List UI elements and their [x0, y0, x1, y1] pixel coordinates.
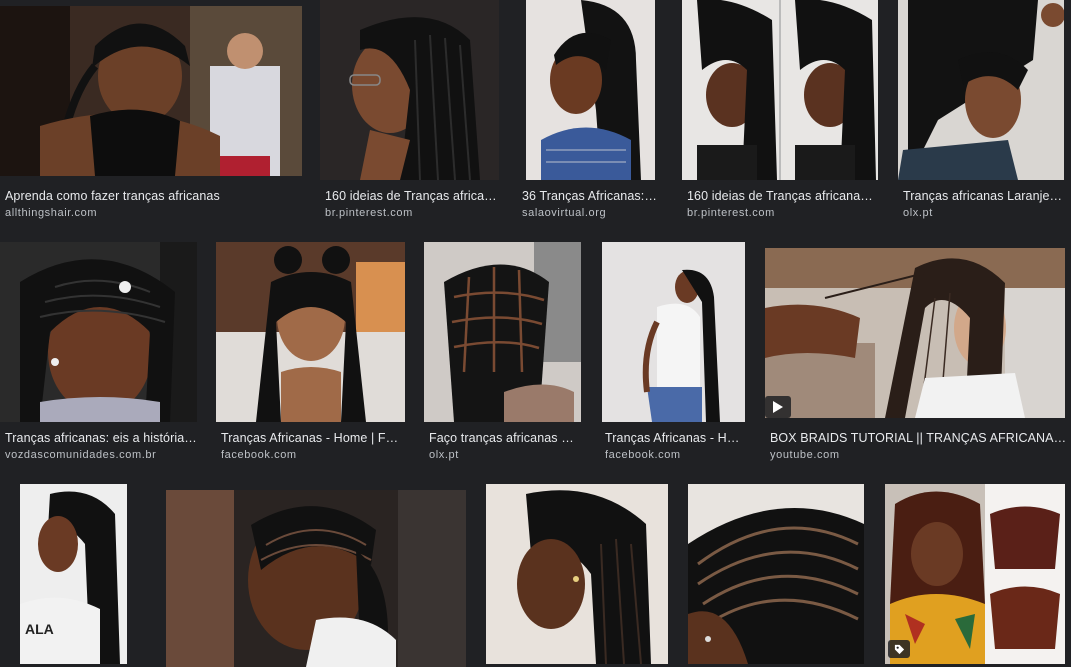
result-thumbnail[interactable]	[682, 0, 878, 180]
result-title[interactable]: Faço tranças africanas …	[429, 431, 579, 445]
result-title[interactable]: Tranças Africanas - Ho…	[605, 431, 743, 445]
image-result-9[interactable]: Tranças Africanas - Ho… facebook.com	[600, 242, 748, 464]
result-thumbnail[interactable]	[424, 242, 581, 422]
image-result-5[interactable]: Tranças africanas Laranje… olx.pt	[898, 0, 1066, 222]
image-result-4[interactable]: 160 ideias de Tranças africanas… br.pint…	[682, 0, 882, 222]
result-thumbnail[interactable]: ALA	[20, 484, 127, 664]
result-source[interactable]: olx.pt	[429, 449, 579, 461]
image-result-15[interactable]	[885, 484, 1067, 667]
result-thumbnail[interactable]	[320, 0, 499, 180]
play-icon	[773, 401, 783, 413]
result-source[interactable]: salaovirtual.org	[522, 207, 658, 219]
result-source[interactable]: youtube.com	[770, 449, 1068, 461]
result-source[interactable]: br.pinterest.com	[687, 207, 879, 219]
result-source[interactable]: vozdascomunidades.com.br	[5, 449, 197, 461]
result-thumbnail[interactable]	[0, 6, 302, 176]
result-source[interactable]: facebook.com	[605, 449, 743, 461]
result-title[interactable]: Tranças Africanas - Home | Fa…	[221, 431, 405, 445]
image-result-3[interactable]: 36 Tranças Africanas: … salaovirtual.org	[517, 0, 659, 222]
image-result-10[interactable]: BOX BRAIDS TUTORIAL || TRANÇAS AFRICANAS…	[765, 242, 1071, 464]
result-thumbnail[interactable]	[526, 0, 655, 180]
tag-icon	[894, 644, 904, 654]
result-source[interactable]: facebook.com	[221, 449, 405, 461]
result-source[interactable]: allthingshair.com	[5, 207, 297, 219]
image-result-2[interactable]: 160 ideias de Tranças africa… br.pintere…	[320, 0, 499, 222]
result-title[interactable]: 36 Tranças Africanas: …	[522, 189, 658, 203]
result-title[interactable]: BOX BRAIDS TUTORIAL || TRANÇAS AFRICANAS…	[770, 431, 1068, 445]
result-title[interactable]: Tranças africanas: eis a história…	[5, 431, 197, 445]
result-thumbnail[interactable]	[765, 248, 1065, 418]
result-thumbnail[interactable]	[216, 242, 405, 422]
result-title[interactable]: 160 ideias de Tranças africanas…	[687, 189, 879, 203]
result-thumbnail[interactable]	[602, 242, 745, 422]
result-source[interactable]: olx.pt	[903, 207, 1063, 219]
image-result-7[interactable]: Tranças Africanas - Home | Fa… facebook.…	[216, 242, 408, 464]
image-result-6[interactable]: Tranças africanas: eis a história… vozda…	[0, 242, 200, 464]
video-badge	[765, 396, 791, 418]
image-result-1[interactable]: Aprenda como fazer tranças africanas all…	[0, 0, 302, 222]
result-title[interactable]: 160 ideias de Tranças africa…	[325, 189, 497, 203]
image-result-14[interactable]	[688, 484, 866, 667]
product-badge	[888, 640, 910, 658]
result-thumbnail[interactable]	[0, 242, 197, 422]
result-thumbnail[interactable]	[486, 484, 668, 664]
image-result-12[interactable]	[166, 490, 466, 667]
svg-text:ALA: ALA	[25, 621, 54, 637]
result-thumbnail[interactable]	[166, 490, 466, 667]
image-result-13[interactable]	[486, 484, 668, 667]
result-title[interactable]: Tranças africanas Laranje…	[903, 189, 1063, 203]
image-result-11[interactable]: ALA	[20, 484, 128, 667]
result-thumbnail[interactable]	[688, 484, 864, 664]
result-title[interactable]: Aprenda como fazer tranças africanas	[5, 189, 297, 203]
image-result-8[interactable]: Faço tranças africanas … olx.pt	[424, 242, 584, 464]
result-thumbnail[interactable]	[898, 0, 1064, 180]
result-source[interactable]: br.pinterest.com	[325, 207, 497, 219]
result-thumbnail[interactable]	[885, 484, 1065, 664]
